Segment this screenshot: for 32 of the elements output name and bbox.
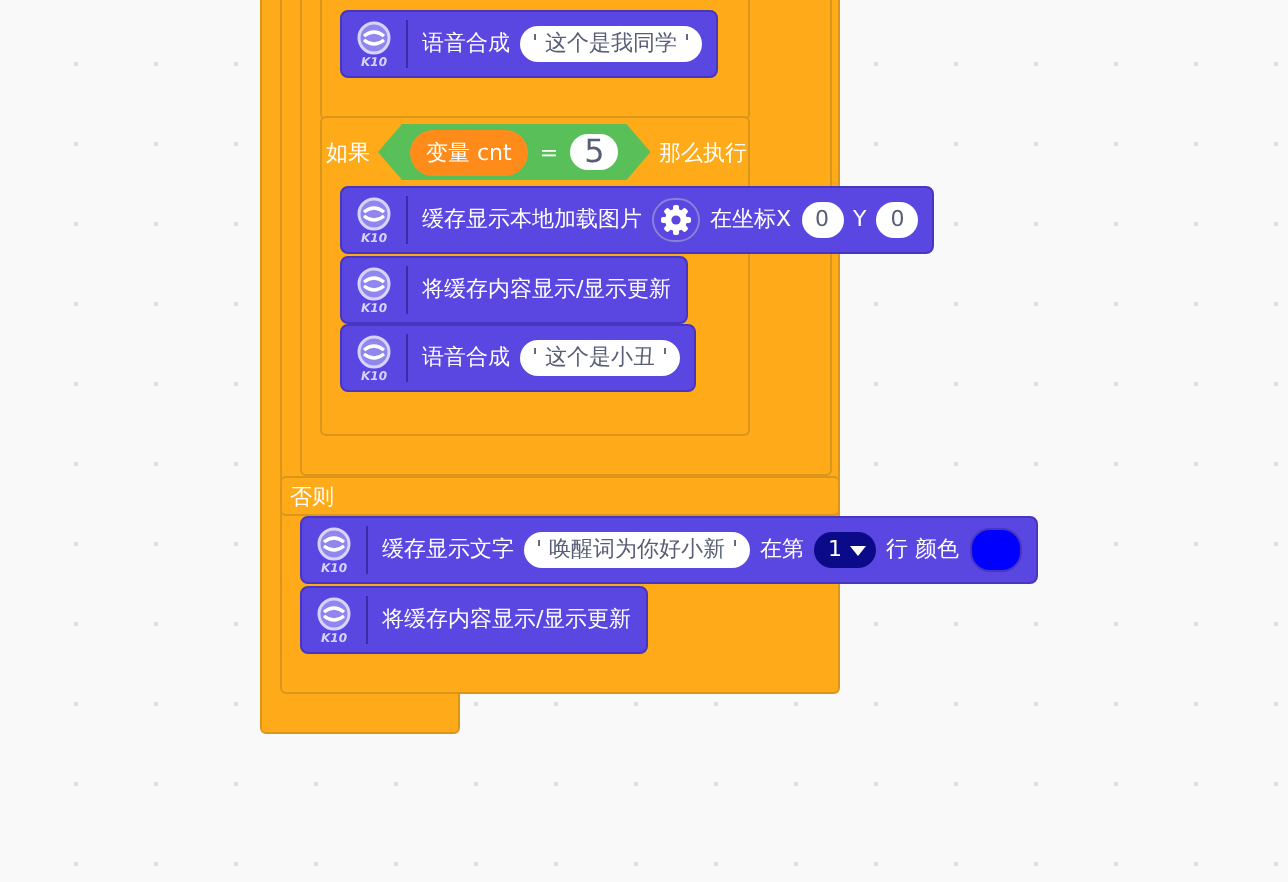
operator-label: = — [539, 139, 559, 165]
text-input[interactable]: ' 这个是我同学 ' — [520, 26, 703, 62]
ring-icon — [316, 595, 352, 631]
text-input[interactable]: ' 这个是小丑 ' — [520, 340, 681, 376]
condition-block[interactable]: 变量 cnt = 5 — [378, 124, 651, 180]
number-input[interactable]: 5 — [570, 134, 619, 170]
else-label: 否则 — [290, 482, 334, 512]
block-label: 在第 — [760, 536, 805, 564]
ring-icon — [356, 19, 392, 55]
block-label: Y — [853, 206, 867, 234]
row-dropdown[interactable]: 1 — [814, 532, 877, 568]
gear-icon — [660, 204, 692, 236]
then-label: 那么执行 — [658, 137, 747, 167]
ring-icon — [356, 265, 392, 301]
block-label: 在坐标X — [710, 206, 792, 234]
block-label: 将缓存内容显示/显示更新 — [382, 606, 632, 634]
image-picker[interactable] — [652, 198, 700, 242]
block-label: 缓存显示文字 — [382, 536, 514, 564]
caret-icon — [850, 545, 867, 555]
block-label: 行 颜色 — [886, 536, 960, 564]
ring-icon — [356, 333, 392, 369]
if-label: 如果 — [326, 137, 370, 167]
block-label: 语音合成 — [422, 344, 510, 372]
number-input[interactable]: 0 — [801, 202, 844, 238]
ring-icon — [316, 525, 352, 561]
block-label: 将缓存内容显示/显示更新 — [422, 276, 672, 304]
text-input[interactable]: ' 唤醒词为你好小新 ' — [524, 532, 751, 568]
block-label: 缓存显示本地加载图片 — [422, 206, 642, 234]
ring-icon — [356, 195, 392, 231]
block-label: 语音合成 — [422, 30, 510, 58]
number-input[interactable]: 0 — [876, 202, 919, 238]
color-picker[interactable] — [969, 528, 1022, 572]
